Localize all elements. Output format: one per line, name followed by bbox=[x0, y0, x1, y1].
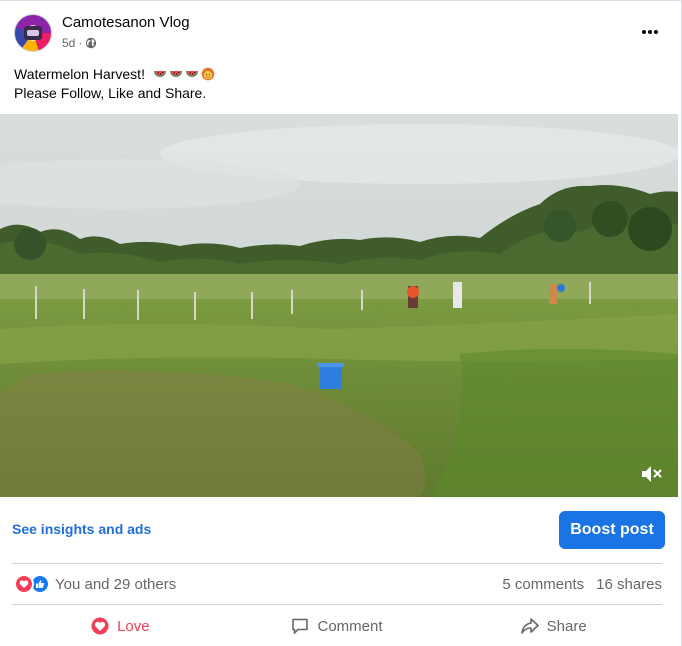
top-border bbox=[0, 0, 682, 1]
love-reaction-icon bbox=[14, 574, 34, 594]
post-meta: 5d · bbox=[62, 36, 97, 50]
video-frame bbox=[0, 114, 678, 497]
more-options-button[interactable] bbox=[636, 18, 664, 46]
globe-icon[interactable] bbox=[85, 37, 97, 49]
comments-count[interactable]: 5 comments bbox=[502, 576, 584, 593]
avatar-logo bbox=[24, 26, 42, 40]
reactions-count[interactable]: You and 29 others bbox=[55, 576, 176, 593]
love-label: Love bbox=[117, 617, 150, 635]
divider bbox=[12, 604, 662, 605]
video-player[interactable] bbox=[0, 114, 678, 497]
share-label: Share bbox=[546, 617, 587, 635]
page-name[interactable]: Camotesanon Vlog bbox=[62, 14, 190, 31]
comment-button[interactable]: Comment bbox=[229, 608, 446, 644]
caption-line-2: Please Follow, Like and Share. bbox=[14, 85, 207, 101]
caption-line-1: Watermelon Harvest! bbox=[14, 65, 217, 84]
see-insights-link[interactable]: See insights and ads bbox=[12, 521, 151, 537]
watermelon-emoji bbox=[169, 71, 182, 77]
watermelon-emoji bbox=[153, 71, 166, 77]
reactions-summary[interactable]: You and 29 others bbox=[14, 574, 176, 594]
muted-speaker-icon bbox=[642, 466, 662, 482]
post-time[interactable]: 5d bbox=[62, 36, 75, 50]
comment-label: Comment bbox=[317, 617, 383, 635]
post-header: Camotesanon Vlog 5d · bbox=[14, 14, 668, 54]
watermelon-emoji bbox=[185, 71, 198, 77]
more-dots-icon bbox=[642, 30, 658, 34]
engagement-counts: 5 comments 16 shares bbox=[502, 576, 662, 593]
meta-separator: · bbox=[78, 36, 83, 50]
post-caption: Watermelon Harvest! Please Follow, Like … bbox=[14, 65, 217, 103]
love-icon bbox=[91, 617, 109, 635]
comment-icon bbox=[292, 618, 309, 634]
share-icon bbox=[520, 618, 539, 634]
shares-count[interactable]: 16 shares bbox=[596, 576, 662, 593]
caption-title: Watermelon Harvest! bbox=[14, 66, 145, 82]
action-bar: Love Comment Share bbox=[12, 608, 662, 644]
divider bbox=[12, 563, 662, 564]
love-button[interactable]: Love bbox=[12, 608, 229, 644]
mute-button[interactable] bbox=[640, 463, 664, 485]
share-button[interactable]: Share bbox=[445, 608, 662, 644]
woman-emoji bbox=[201, 67, 215, 81]
boost-post-button[interactable]: Boost post bbox=[559, 511, 665, 549]
page-avatar[interactable] bbox=[14, 14, 52, 52]
